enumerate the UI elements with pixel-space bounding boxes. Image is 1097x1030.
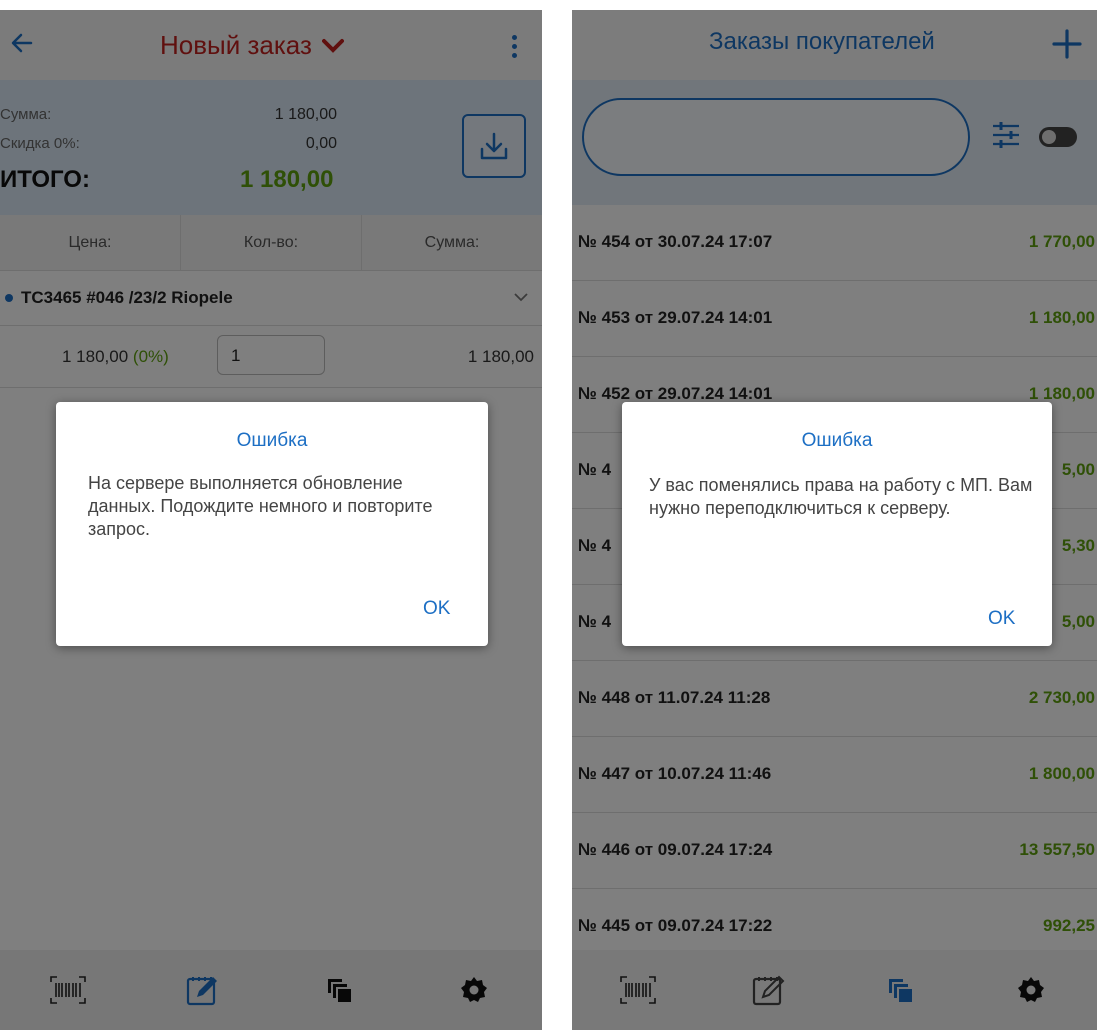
error-dialog: Ошибка У вас поменялись права на работу … xyxy=(622,402,1052,646)
new-order-screen: Новый заказ Сумма: 1 180,00 Скидка 0%: 0… xyxy=(0,10,542,1030)
customer-orders-screen: Заказы покупателей № 454 от 30.07.24 17:… xyxy=(572,10,1097,1030)
dialog-message: На сервере выполняется обновление данных… xyxy=(88,473,433,539)
ok-button[interactable]: OK xyxy=(423,598,450,620)
ok-button[interactable]: OK xyxy=(988,608,1015,630)
dialog-title: Ошибка xyxy=(236,430,308,451)
dialog-title: Ошибка xyxy=(801,430,873,451)
dialog-message: У вас поменялись права на работу с МП. В… xyxy=(649,475,1033,518)
error-dialog: Ошибка На сервере выполняется обновление… xyxy=(56,402,488,646)
